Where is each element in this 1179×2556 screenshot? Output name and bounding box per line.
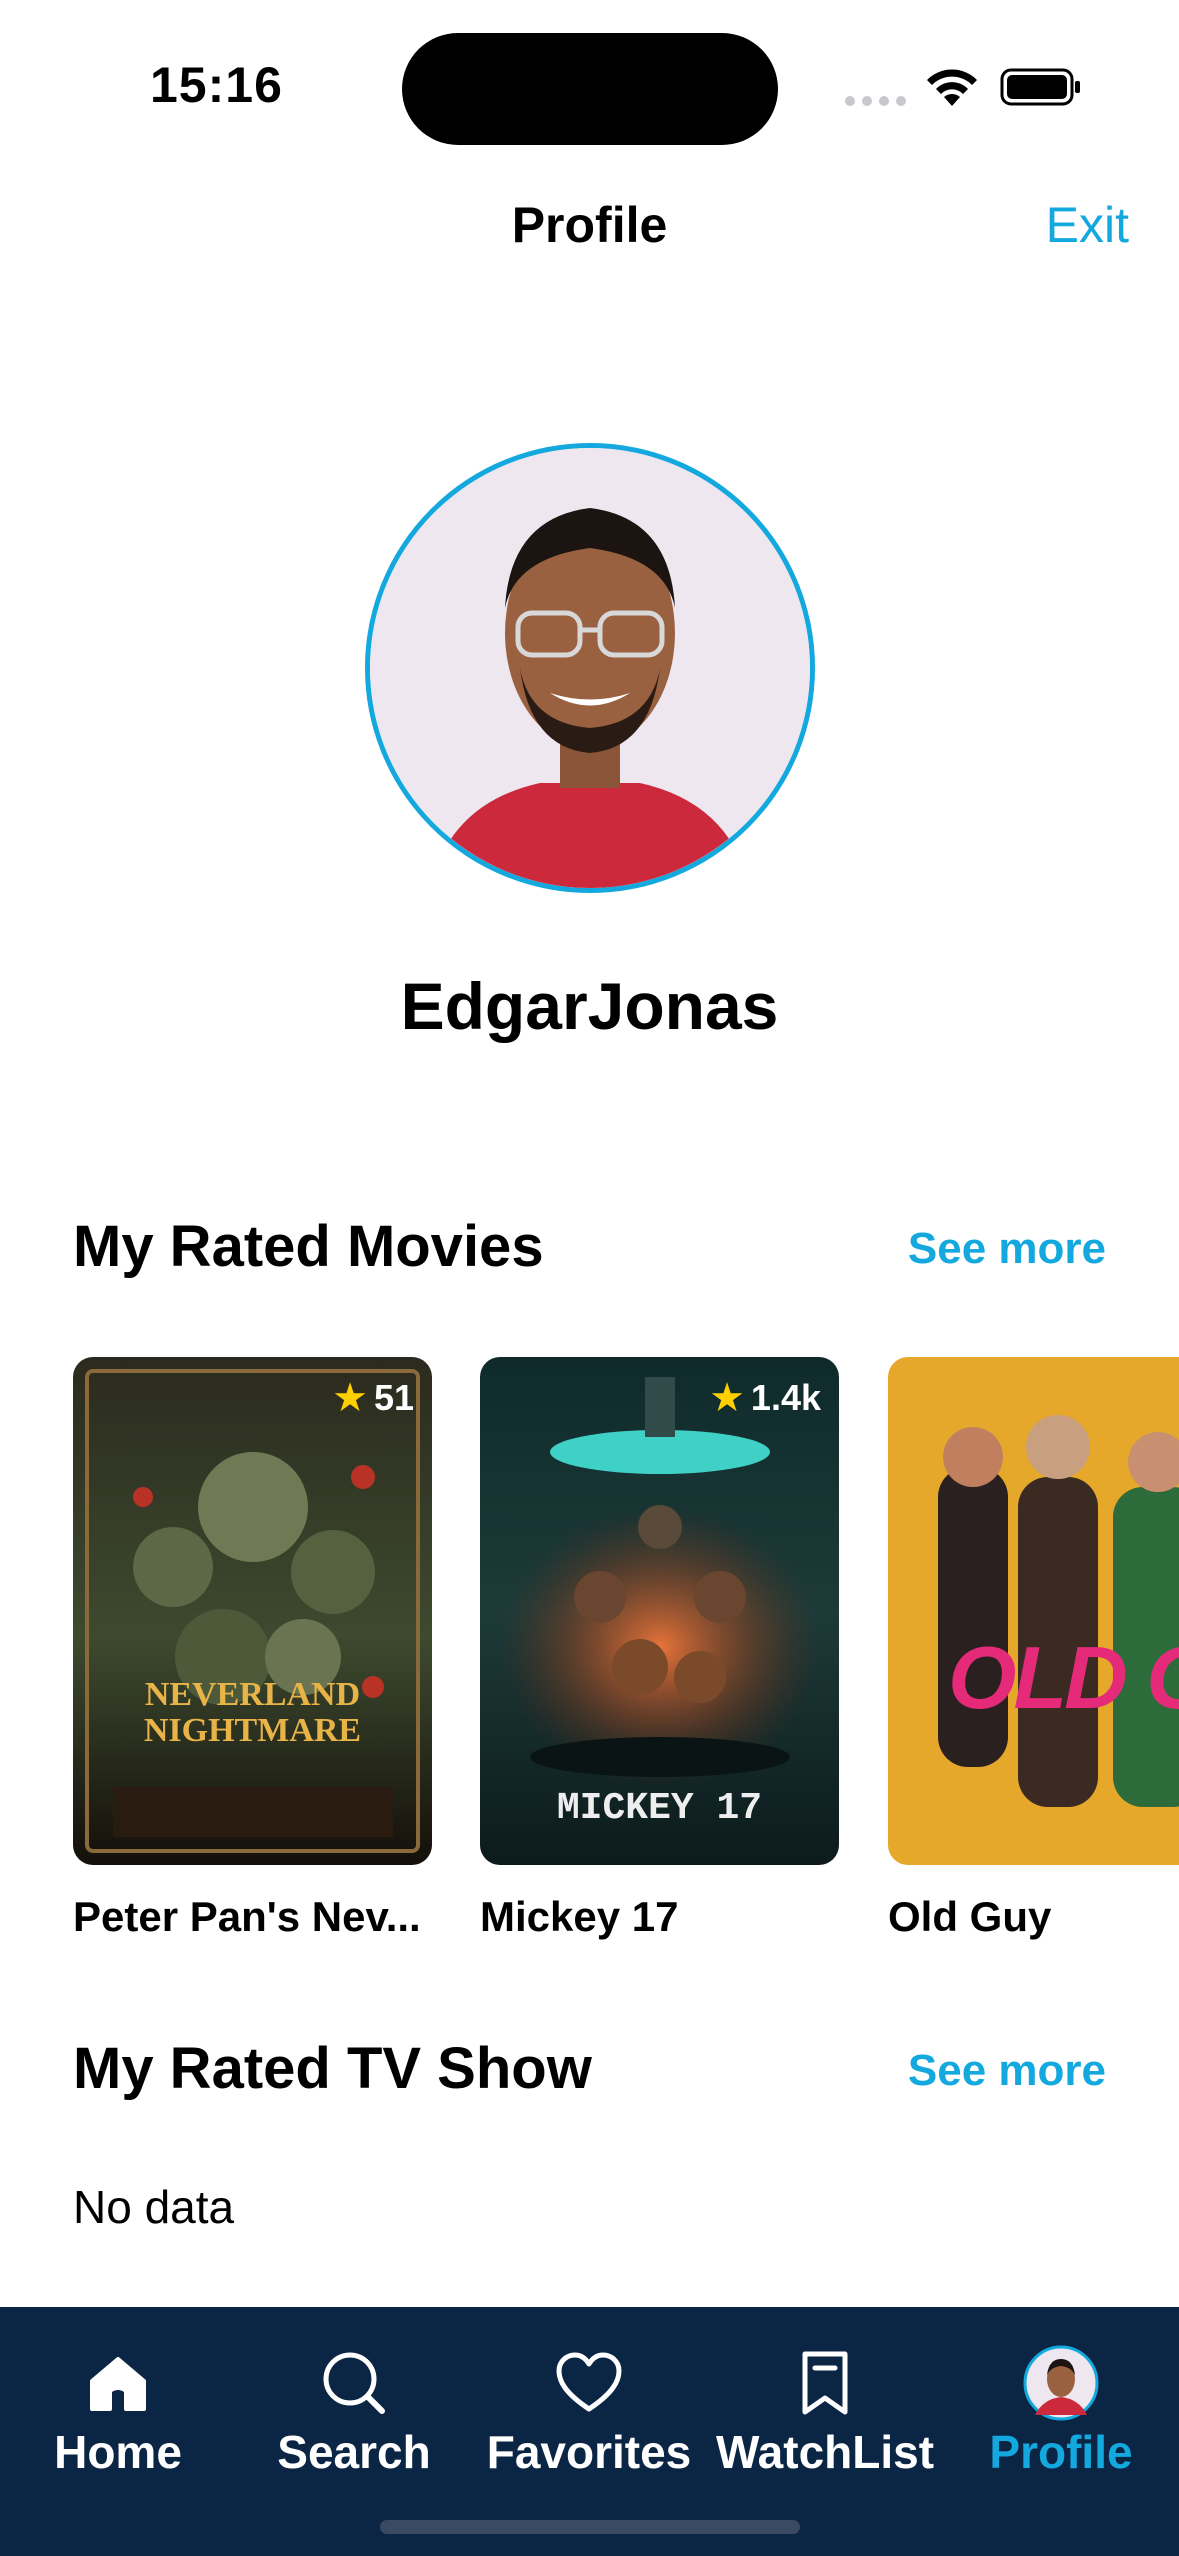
movie-poster: OLD GUY ★ bbox=[888, 1357, 1179, 1865]
movie-card[interactable]: NEVERLAND NIGHTMARE ★ 51 Peter Pan's Nev… bbox=[73, 1357, 432, 1941]
exit-button[interactable]: Exit bbox=[1046, 196, 1129, 254]
movie-card[interactable]: MICKEY 17 ★ 1.4k Mickey 17 bbox=[480, 1357, 839, 1941]
heart-icon bbox=[556, 2352, 622, 2412]
rating-count: 1.4k bbox=[750, 1377, 821, 1418]
poster-title-art: OLD GUY bbox=[948, 1628, 1179, 1727]
bookmark-icon bbox=[802, 2351, 848, 2415]
tab-home[interactable]: Home bbox=[0, 2343, 236, 2479]
rating-badge: ★ 1.4k bbox=[709, 1375, 821, 1421]
tab-favorites[interactable]: Favorites bbox=[471, 2343, 707, 2479]
rated-tv-see-more-link[interactable]: See more bbox=[908, 2046, 1106, 2096]
profile-avatar[interactable] bbox=[365, 443, 815, 893]
battery-icon bbox=[1000, 68, 1080, 106]
status-time: 15:16 bbox=[150, 57, 283, 113]
movie-title: Mickey 17 bbox=[480, 1893, 679, 1940]
tab-watchlist[interactable]: WatchList bbox=[707, 2343, 943, 2479]
tab-label: WatchList bbox=[715, 2426, 935, 2478]
movie-poster: NEVERLAND NIGHTMARE ★ 51 bbox=[73, 1357, 432, 1865]
rating-count: 51 bbox=[373, 1377, 414, 1418]
rated-movies-carousel[interactable]: NEVERLAND NIGHTMARE ★ 51 Peter Pan's Nev… bbox=[73, 1357, 1179, 1940]
movie-title: Old Guy bbox=[888, 1893, 1052, 1940]
poster-title-art: MICKEY 17 bbox=[556, 1787, 763, 1830]
poster-title-art: NEVERLAND NIGHTMARE bbox=[143, 1676, 362, 1749]
rated-tv-empty-text: No data bbox=[73, 2181, 235, 2233]
rated-tv-title: My Rated TV Show bbox=[73, 2036, 592, 2101]
tab-bar: Home Search Favorites WatchList Profile bbox=[0, 2307, 1179, 2556]
home-icon bbox=[90, 2357, 146, 2411]
username: EdgarJonas bbox=[400, 969, 779, 1043]
tab-label: Search bbox=[277, 2426, 431, 2478]
movie-poster: MICKEY 17 ★ 1.4k bbox=[480, 1357, 839, 1865]
tab-search[interactable]: Search bbox=[236, 2343, 472, 2479]
cellular-signal-icon bbox=[845, 96, 906, 106]
profile-screen: 15:16 Profile Exit EdgarJonas My Rated M… bbox=[0, 0, 1179, 2556]
rating-badge: ★ 51 bbox=[332, 1375, 414, 1421]
rated-movies-title: My Rated Movies bbox=[73, 1214, 544, 1279]
search-icon bbox=[323, 2352, 385, 2414]
movie-title: Peter Pan's Nev... bbox=[73, 1893, 421, 1940]
star-icon: ★ bbox=[332, 1376, 368, 1420]
profile-photo bbox=[370, 448, 810, 888]
avatar-icon bbox=[1023, 2345, 1099, 2421]
tab-profile[interactable]: Profile bbox=[943, 2343, 1179, 2479]
page-title: Profile bbox=[511, 197, 668, 253]
star-icon: ★ bbox=[709, 1376, 745, 1420]
dynamic-island bbox=[402, 33, 778, 145]
home-indicator bbox=[380, 2520, 800, 2534]
wifi-icon bbox=[927, 69, 977, 106]
tab-label: Home bbox=[54, 2426, 182, 2478]
rated-movies-see-more-link[interactable]: See more bbox=[908, 1224, 1106, 1274]
tab-label: Favorites bbox=[486, 2426, 692, 2478]
movie-card[interactable]: OLD GUY ★ Old Guy bbox=[888, 1357, 1179, 1941]
tab-label: Profile bbox=[989, 2426, 1133, 2478]
